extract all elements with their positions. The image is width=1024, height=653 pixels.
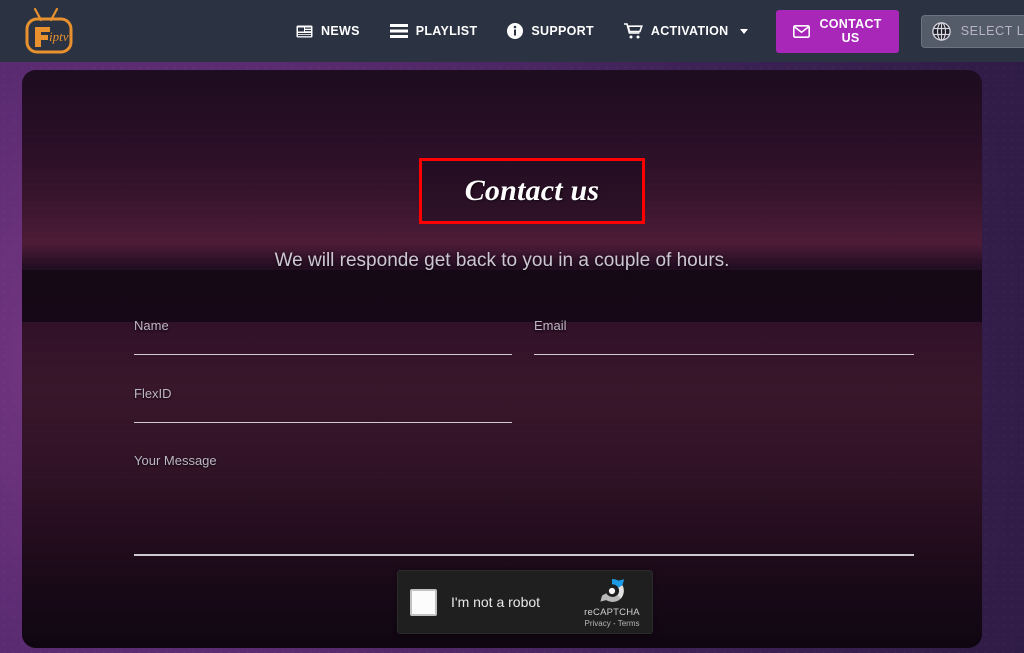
- flexid-input[interactable]: [134, 401, 512, 423]
- contact-us-button[interactable]: CONTACT US: [776, 9, 899, 53]
- tv-logo-icon: iptv: [25, 7, 73, 54]
- envelope-icon: [793, 24, 811, 38]
- nav-item-activation[interactable]: ACTIVATION: [623, 23, 749, 39]
- info-circle-icon: [507, 23, 524, 39]
- recaptcha-logo-icon: [600, 579, 625, 602]
- message-field-group: Your Message: [134, 453, 914, 561]
- language-select[interactable]: SELECT LANGUAGE: [920, 14, 1024, 48]
- contact-us-button-label: CONTACT US: [819, 17, 882, 45]
- page-title-highlight-box: Contact us: [419, 158, 645, 224]
- message-label: Your Message: [134, 453, 217, 468]
- language-select-value: SELECT LANGUAGE: [960, 24, 1024, 38]
- recaptcha-widget[interactable]: I'm not a robot reCAPTCHA Privacy - Term…: [397, 570, 653, 634]
- list-icon: [389, 24, 408, 38]
- nav-item-activation-label: ACTIVATION: [650, 24, 729, 38]
- name-input[interactable]: [134, 333, 512, 355]
- flexid-field-group: FlexID: [134, 386, 512, 423]
- email-input[interactable]: [534, 333, 914, 355]
- recaptcha-label: I'm not a robot: [451, 594, 541, 610]
- name-label: Name: [134, 318, 169, 333]
- email-label: Email: [534, 318, 567, 333]
- recaptcha-checkbox[interactable]: [410, 588, 437, 616]
- nav-item-playlist-label: PLAYLIST: [415, 24, 478, 38]
- nav-links: NEWS PLAYLIST SUPPORT ACTIVATION: [296, 23, 749, 39]
- top-navigation-bar: iptv NEWS PLAYLIST SUPPORT ACTIVATION CO…: [0, 0, 1024, 62]
- recaptcha-branding: reCAPTCHA Privacy - Terms: [578, 576, 652, 628]
- contact-page-card: Contact us We will responde get back to …: [22, 70, 982, 648]
- name-field-group: Name: [134, 318, 512, 355]
- nav-item-news[interactable]: NEWS: [296, 24, 360, 38]
- flexid-label: FlexID: [134, 386, 172, 401]
- message-textarea[interactable]: [134, 478, 914, 556]
- site-logo[interactable]: iptv: [0, 0, 100, 62]
- news-icon: [296, 25, 313, 38]
- email-field-group: Email: [534, 318, 914, 355]
- globe-icon: [931, 21, 951, 41]
- page-title: Contact us: [464, 174, 600, 207]
- recaptcha-privacy-terms[interactable]: Privacy - Terms: [585, 619, 640, 628]
- nav-item-support[interactable]: SUPPORT: [507, 23, 594, 39]
- nav-item-news-label: NEWS: [321, 24, 360, 38]
- chevron-down-icon: [740, 28, 749, 34]
- cart-icon: [623, 23, 643, 39]
- nav-item-playlist[interactable]: PLAYLIST: [389, 24, 478, 38]
- nav-item-support-label: SUPPORT: [531, 24, 594, 38]
- svg-text:iptv: iptv: [49, 29, 69, 44]
- recaptcha-brand-name: reCAPTCHA: [584, 607, 640, 618]
- page-subtitle: We will responde get back to you in a co…: [274, 250, 730, 271]
